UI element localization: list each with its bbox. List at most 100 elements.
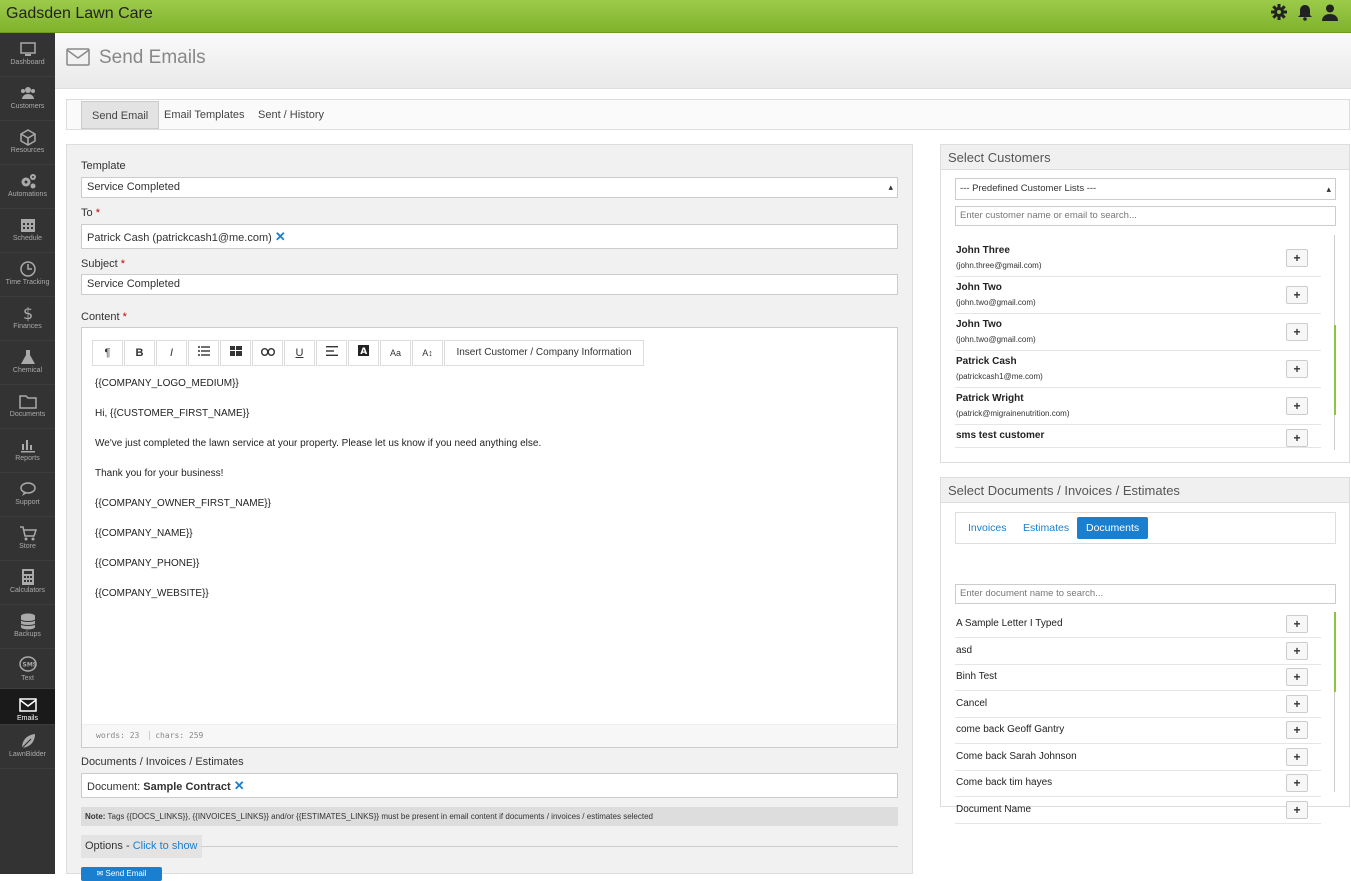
sidebar-item-schedule[interactable]: Schedule — [0, 209, 55, 253]
sidebar-item-calculators[interactable]: Calculators — [0, 561, 55, 605]
line-height-button[interactable]: A↕ — [412, 340, 443, 366]
options-label: Options - Click to show — [81, 835, 202, 858]
remove-recipient-icon[interactable]: ✕ — [275, 229, 286, 244]
tab-sent-history[interactable]: Sent / History — [248, 101, 334, 129]
body-line: Thank you for your business! — [95, 468, 224, 479]
bell-icon[interactable] — [1296, 3, 1314, 21]
sidebar-item-label: Text — [21, 675, 34, 682]
add-customer-button[interactable]: + — [1286, 323, 1308, 341]
add-document-button[interactable]: + — [1286, 641, 1308, 660]
document-row: Come back Sarah Johnson + — [955, 745, 1321, 771]
add-document-button[interactable]: + — [1286, 694, 1308, 713]
sidebar-item-reports[interactable]: Reports — [0, 429, 55, 473]
sidebar-item-automations[interactable]: Automations — [0, 165, 55, 209]
body-line: {{COMPANY_LOGO_MEDIUM}} — [95, 378, 239, 389]
add-customer-button[interactable]: + — [1286, 286, 1308, 304]
sidebar-item-dashboard[interactable]: Dashboard — [0, 33, 55, 77]
align-button[interactable] — [316, 340, 347, 366]
sidebar-item-time-tracking[interactable]: Time Tracking — [0, 253, 55, 297]
select-documents-panel: Select Documents / Invoices / Estimates … — [940, 477, 1350, 824]
to-field[interactable]: Patrick Cash (patrickcash1@me.com) ✕ — [81, 224, 898, 249]
add-customer-button[interactable]: + — [1286, 360, 1308, 378]
customer-search-input[interactable]: Enter customer name or email to search..… — [955, 206, 1336, 226]
sidebar-item-label: Store — [19, 543, 36, 550]
sidebar-item-lawnbidder[interactable]: LawnBidder — [0, 725, 55, 769]
add-customer-button[interactable]: + — [1286, 397, 1308, 415]
sidebar-item-documents[interactable]: Documents — [0, 385, 55, 429]
document-search-input[interactable]: Enter document name to search... — [955, 584, 1336, 604]
customer-name: John Two — [956, 319, 1002, 330]
cart-icon — [19, 526, 37, 541]
sidebar-item-customers[interactable]: Customers — [0, 77, 55, 121]
add-document-button[interactable]: + — [1286, 668, 1308, 686]
tab-send-email[interactable]: Send Email — [81, 101, 160, 129]
table-icon — [229, 346, 242, 356]
add-document-button[interactable]: + — [1286, 800, 1308, 819]
content-editor[interactable]: ¶ B I U A Aa A↕ Insert Customer / Compan… — [81, 327, 898, 748]
gear-icon[interactable] — [1270, 3, 1288, 21]
add-document-button[interactable]: + — [1286, 615, 1308, 633]
tab-estimates[interactable]: Estimates — [1014, 517, 1078, 539]
documents-field[interactable]: Document: Sample Contract ✕ — [81, 773, 898, 798]
add-customer-button[interactable]: + — [1286, 249, 1308, 267]
options-show-link[interactable]: Click to show — [133, 840, 198, 852]
link-button[interactable] — [252, 340, 283, 366]
sidebar-item-chemical[interactable]: Chemical — [0, 341, 55, 385]
document-name: Cancel — [956, 697, 988, 709]
tab-email-templates[interactable]: Email Templates — [154, 101, 255, 129]
add-document-button[interactable]: + — [1286, 774, 1308, 792]
sidebar-item-store[interactable]: Store — [0, 517, 55, 561]
scrollbar-thumb[interactable] — [1334, 612, 1336, 692]
svg-text:A: A — [360, 347, 367, 356]
sidebar-item-resources[interactable]: Resources — [0, 121, 55, 165]
customer-list-select[interactable]: --- Predefined Customer Lists --- ▴ — [955, 178, 1336, 200]
insert-info-button[interactable]: Insert Customer / Company Information — [444, 340, 644, 366]
bar-chart-icon — [20, 440, 35, 453]
template-label: Template — [81, 160, 126, 172]
send-email-button[interactable]: ✉ Send Email — [81, 867, 162, 881]
add-customer-button[interactable]: + — [1286, 429, 1308, 447]
font-size-button[interactable]: Aa — [380, 340, 411, 366]
template-select[interactable]: Service Completed ▴ — [81, 177, 898, 198]
sidebar-item-label: Support — [15, 499, 40, 506]
sidebar-item-label: Reports — [15, 455, 40, 462]
customer-row: John Three (john.three@gmail.com) + — [955, 240, 1321, 277]
sidebar-item-label: Time Tracking — [5, 279, 50, 286]
underline-button[interactable]: U — [284, 340, 315, 366]
editor-status-bar: words: 23 chars: 259 — [82, 724, 897, 747]
sidebar-item-label: Automations — [8, 191, 47, 198]
sms-icon: SMS — [18, 656, 37, 672]
document-name: asd — [956, 644, 973, 656]
app-title: Gadsden Lawn Care — [6, 5, 153, 22]
subject-input[interactable]: Service Completed — [81, 274, 898, 295]
tab-invoices[interactable]: Invoices — [959, 517, 1016, 539]
italic-button[interactable]: I — [156, 340, 187, 366]
document-type-tabs: Invoices Estimates Documents — [955, 512, 1336, 544]
document-row: Document Name + — [955, 798, 1321, 824]
add-document-button[interactable]: + — [1286, 721, 1308, 739]
paragraph-button[interactable]: ¶ — [92, 340, 123, 366]
bulleted-list-button[interactable] — [188, 340, 219, 366]
customer-email: (john.two@gmail.com) — [956, 335, 1036, 344]
sidebar-item-emails[interactable]: Emails — [0, 689, 55, 725]
link-icon — [260, 347, 275, 356]
editor-body[interactable]: {{COMPANY_LOGO_MEDIUM}} Hi, {{CUSTOMER_F… — [95, 378, 541, 618]
table-button[interactable] — [220, 340, 251, 366]
remove-document-icon[interactable]: ✕ — [234, 778, 245, 793]
document-name: Binh Test — [956, 671, 997, 682]
bold-button[interactable]: B — [124, 340, 155, 366]
customer-name: Patrick Wright — [956, 393, 1024, 404]
sidebar-item-support[interactable]: Support — [0, 473, 55, 517]
scrollbar-thumb[interactable] — [1334, 325, 1336, 415]
add-document-button[interactable]: + — [1286, 747, 1308, 766]
font-color-button[interactable]: A — [348, 340, 379, 366]
sidebar-item-label: Chemical — [12, 367, 43, 374]
tab-documents[interactable]: Documents — [1077, 517, 1149, 539]
user-icon[interactable] — [1321, 3, 1339, 21]
document-row: A Sample Letter I Typed + — [955, 612, 1321, 638]
panel-title: Select Customers — [941, 145, 1349, 170]
sidebar-item-finances[interactable]: $ Finances — [0, 297, 55, 341]
sidebar-item-backups[interactable]: Backups — [0, 605, 55, 649]
customer-row: Patrick Wright (patrick@migrainenutrition… — [955, 388, 1321, 425]
sidebar-item-text[interactable]: SMS Text — [0, 649, 55, 689]
